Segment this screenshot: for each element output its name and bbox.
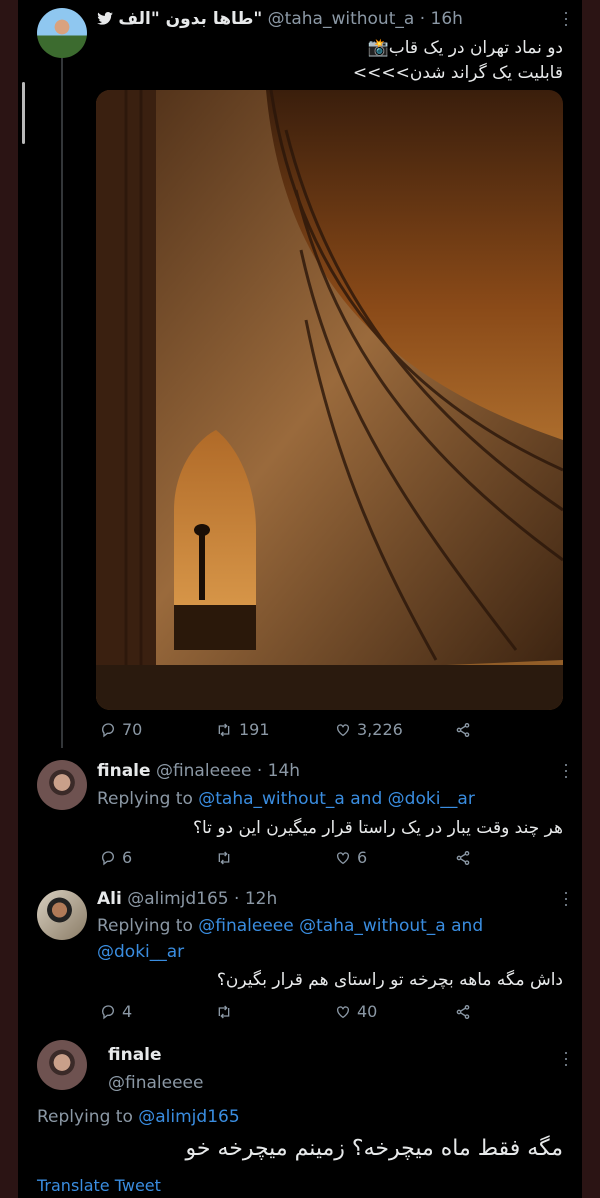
retweet-icon [218,851,230,865]
twitter-bird-icon [97,12,113,25]
replying-to: Replying to @taha_without_a and @doki__a… [97,789,475,809]
like-count: 40 [357,1002,378,1021]
share-button[interactable] [455,848,477,867]
like-icon [337,724,349,737]
author-name[interactable]: Ali [97,889,122,909]
reply-icon [102,1005,114,1020]
like-icon [337,852,349,865]
avatar[interactable] [37,1040,87,1090]
mention-link[interactable]: @finaleeee [198,916,293,936]
reply-header: finale @finaleeee · 14h [97,761,301,781]
author-name[interactable]: finale [97,761,151,781]
replying-to: Replying to @alimjd165 [37,1107,240,1127]
author-handle[interactable]: @taha_without_a [268,9,415,29]
tweet-time[interactable]: 16h [431,9,463,29]
focused-text: مگه فقط ماه میچرخه؟ زمینم میچرخه خو [185,1136,563,1161]
right-frame [582,0,600,1198]
like-count: 6 [357,848,368,867]
scrollbar[interactable] [22,82,25,144]
reply-button[interactable]: 70 [100,720,142,739]
tweet-image[interactable] [96,90,563,710]
retweet-button[interactable]: 191 [215,720,270,739]
like-count: 3,226 [357,720,403,739]
focused-author-handle: @finaleeee [108,1073,203,1093]
like-button[interactable]: 3,226 [335,720,403,739]
thread-line [61,58,63,748]
share-button[interactable] [455,1002,477,1021]
reply-time[interactable]: 14h [268,761,300,781]
author-handle[interactable]: @alimjd165 [127,889,228,909]
avatar[interactable] [37,8,87,58]
share-button[interactable] [455,720,477,739]
tweet-text-line1: دو نماد تهران در یک قاب📸 [367,38,563,58]
tweet-header: طاها بدون "الف" @taha_without_a · 16h [97,9,463,29]
mention-link[interactable]: @doki__ar [97,942,184,962]
author-name[interactable]: finale [108,1045,162,1065]
avatar[interactable] [37,760,87,810]
reply-icon [102,851,114,866]
reply-text: داش مگه ماهه بچرخه تو راستای هم قرار بگی… [216,970,563,990]
left-frame [0,0,18,1198]
reply-count: 70 [122,720,143,739]
author-handle[interactable]: @finaleeee [156,761,251,781]
mention-link[interactable]: @taha_without_a [299,916,446,936]
mention-link[interactable]: @alimjd165 [138,1107,239,1127]
retweet-button[interactable] [215,1002,239,1021]
reply-icon [102,723,114,738]
share-icon [456,723,470,737]
reply-count: 6 [122,848,133,867]
reply-header: Ali @alimjd165 · 12h [97,889,278,909]
retweet-icon [218,723,230,737]
retweet-count: 191 [239,720,270,739]
translate-tweet-link[interactable]: Translate Tweet [37,1176,161,1195]
like-button[interactable]: 6 [335,848,367,867]
share-icon [456,851,470,865]
replying-to-cont: @doki__ar [97,942,184,962]
tweet-text-line2: قابلیت یک گراند شدن>>>> [352,63,563,83]
retweet-button[interactable] [215,848,239,867]
share-icon [456,1005,470,1019]
author-name[interactable]: طاها بدون "الف" [118,9,262,29]
author-handle[interactable]: @finaleeee [108,1073,203,1093]
reply-count: 4 [122,1002,133,1021]
focused-author-name: finale [108,1045,162,1065]
more-icon[interactable] [564,1052,568,1066]
reply-time[interactable]: 12h [245,889,277,909]
reply-text: هر چند وقت یبار در یک راستا قرار میگیرن … [192,818,563,838]
like-icon [337,1006,349,1019]
more-icon[interactable] [564,12,568,26]
avatar[interactable] [37,890,87,940]
replying-to: Replying to @finaleeee @taha_without_a a… [97,916,484,936]
more-icon[interactable] [564,892,568,906]
more-icon[interactable] [564,764,568,778]
reply-button[interactable]: 6 [100,848,132,867]
mention-link[interactable]: @doki__ar [388,789,475,809]
retweet-icon [218,1005,230,1019]
mention-link[interactable]: @taha_without_a [198,789,345,809]
like-button[interactable]: 40 [335,1002,377,1021]
reply-button[interactable]: 4 [100,1002,132,1021]
